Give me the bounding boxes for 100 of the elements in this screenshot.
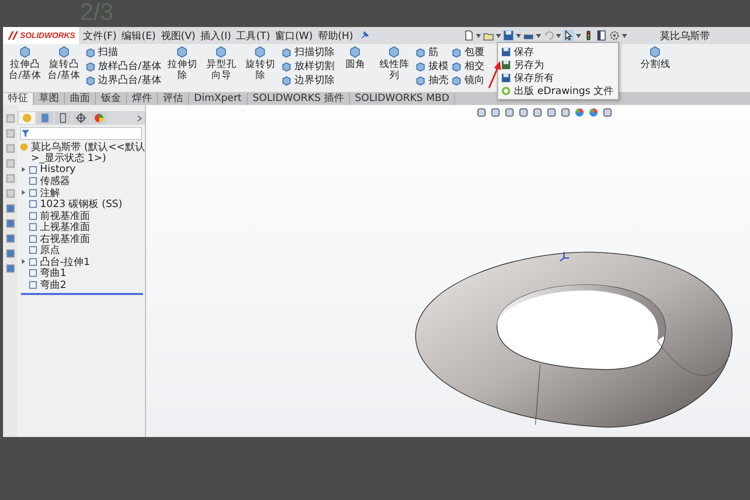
ribbon-command[interactable]: 拉伸凸台/基体 [7, 45, 43, 81]
caret-icon[interactable] [536, 34, 542, 38]
caret-icon[interactable] [622, 34, 628, 38]
ribbon-command[interactable]: 放样凸台/基体 [85, 59, 162, 73]
ribbon-command[interactable]: 拔模 [415, 59, 448, 73]
app-logo: SOLIDWORKS [3, 27, 80, 44]
new-document-icon[interactable] [463, 30, 474, 41]
command-tab[interactable]: SOLIDWORKS 插件 [248, 93, 350, 105]
expand-arrow-icon[interactable] [21, 190, 26, 196]
tree-item[interactable]: 凸台-拉伸1 [40, 254, 90, 269]
feature-icon [451, 74, 462, 86]
cursor-icon[interactable] [563, 30, 574, 41]
ribbon-command[interactable]: 分割线 [637, 45, 674, 70]
feature-icon [451, 46, 462, 58]
tree-node-icon [28, 245, 38, 256]
feature-icon [281, 60, 292, 72]
origin-triad-icon [558, 250, 570, 262]
pin-icon[interactable] [359, 30, 370, 41]
part-icon [19, 142, 29, 152]
tree-node-icon [28, 268, 38, 278]
tree-node-icon [28, 256, 38, 267]
tree-node-icon [28, 280, 38, 290]
chevron-right-icon[interactable] [136, 114, 143, 122]
tree-item[interactable]: 弯曲2 [40, 278, 66, 292]
caret-icon[interactable] [576, 34, 582, 38]
window-title: 莫比乌斯带 [660, 30, 710, 42]
menu-item[interactable]: 工具(T) [235, 28, 272, 42]
expand-arrow-icon[interactable] [21, 259, 26, 264]
ribbon-command[interactable]: 筋 [415, 45, 448, 59]
tree-node-icon [28, 234, 38, 244]
tree-item[interactable]: 1023 碳钢板 (SS) [40, 197, 122, 212]
ribbon-command[interactable]: 圆角 [337, 45, 374, 70]
menu-item[interactable]: 另存为 [498, 58, 618, 71]
filter-icon [21, 129, 30, 138]
menu-item[interactable]: 帮助(H) [316, 28, 354, 42]
tool-icon[interactable] [4, 263, 16, 274]
tree-item[interactable]: History [40, 164, 76, 176]
ribbon-command[interactable]: 旋转切除 [242, 45, 278, 81]
tool-icon[interactable] [4, 218, 16, 229]
tree-item[interactable]: 莫比乌斯带 (默认<<默认>_显示状态 1>) [17, 142, 145, 164]
tree-item[interactable]: 弯曲1 [40, 266, 66, 280]
expand-arrow-icon[interactable] [21, 167, 26, 172]
ribbon-command[interactable]: 边界凸台/基体 [85, 73, 162, 87]
menu-item[interactable]: 编辑(E) [120, 28, 157, 42]
menu-item[interactable]: 文件(F) [82, 28, 118, 42]
ribbon-command[interactable]: 抽壳 [415, 73, 448, 87]
feature-icon [415, 74, 426, 86]
tree-node-icon [28, 164, 38, 175]
caret-icon[interactable] [556, 34, 562, 38]
ribbon-command[interactable]: 旋转凸台/基体 [46, 45, 82, 81]
ribbon-command[interactable]: 包覆 [451, 45, 484, 59]
feature-icon [85, 74, 96, 86]
command-tab[interactable]: 特征 [3, 93, 34, 105]
feature-icon [451, 60, 462, 72]
save-icon[interactable] [503, 30, 514, 41]
ribbon-command[interactable]: 放样切割 [281, 59, 334, 73]
tree-node-icon [28, 199, 38, 210]
tree-node-icon [28, 176, 38, 186]
feature-icon [281, 74, 292, 86]
tree-node-icon [28, 222, 38, 232]
color-wheel-icon[interactable] [91, 112, 107, 124]
menu-item[interactable]: 视图(V) [160, 28, 196, 42]
tree-node-icon [28, 188, 38, 198]
ribbon-command[interactable]: 相交 [451, 59, 484, 73]
tree-item[interactable]: 右视基准面 [40, 232, 90, 246]
ribbon-command[interactable]: 扫描 [85, 45, 162, 59]
tree-item[interactable]: 上视基准面 [40, 220, 90, 234]
tool-icon[interactable] [4, 248, 16, 259]
settings-icon[interactable] [609, 30, 620, 41]
tool-icon[interactable] [4, 233, 16, 244]
menu-item[interactable]: 出版 eDrawings 文件 [498, 84, 618, 97]
caret-icon[interactable] [516, 34, 522, 38]
ribbon-command[interactable]: 拉伸切除 [164, 45, 200, 81]
pointer-arrow [488, 61, 502, 89]
feature-icon [415, 60, 426, 72]
ribbon-command[interactable]: 线性阵列 [376, 45, 412, 81]
tree-item[interactable]: 前视基准面 [40, 208, 90, 223]
tree-item[interactable]: 注解 [40, 186, 60, 200]
menu-item[interactable]: 窗口(W) [274, 28, 314, 42]
feature-icon [281, 46, 292, 58]
menu-item[interactable]: 保存所有 [498, 71, 618, 84]
menu-item[interactable]: 保存 [498, 45, 618, 58]
caret-icon[interactable] [496, 34, 502, 38]
menu-item[interactable]: 插入(I) [199, 28, 232, 42]
ribbon-command[interactable]: 扫描切除 [281, 45, 334, 59]
feature-icon [85, 60, 96, 72]
crosshair-icon[interactable] [73, 112, 89, 124]
feature-icon [415, 46, 426, 58]
tree-node-icon [28, 210, 38, 221]
caret-icon[interactable] [476, 34, 482, 38]
ds-logo-icon [7, 30, 19, 41]
ribbon-command[interactable]: 边界切除 [281, 73, 334, 87]
ribbon-command[interactable]: 镜向 [451, 73, 484, 87]
ribbon-command[interactable]: 异型孔向导 [203, 45, 240, 81]
feature-icon [85, 46, 96, 58]
filter-field[interactable] [20, 127, 142, 140]
tool-icon[interactable] [4, 203, 16, 214]
tree-item[interactable]: 原点 [40, 243, 60, 258]
open-folder-icon[interactable] [483, 30, 494, 41]
tree-item[interactable]: 传感器 [40, 174, 70, 188]
